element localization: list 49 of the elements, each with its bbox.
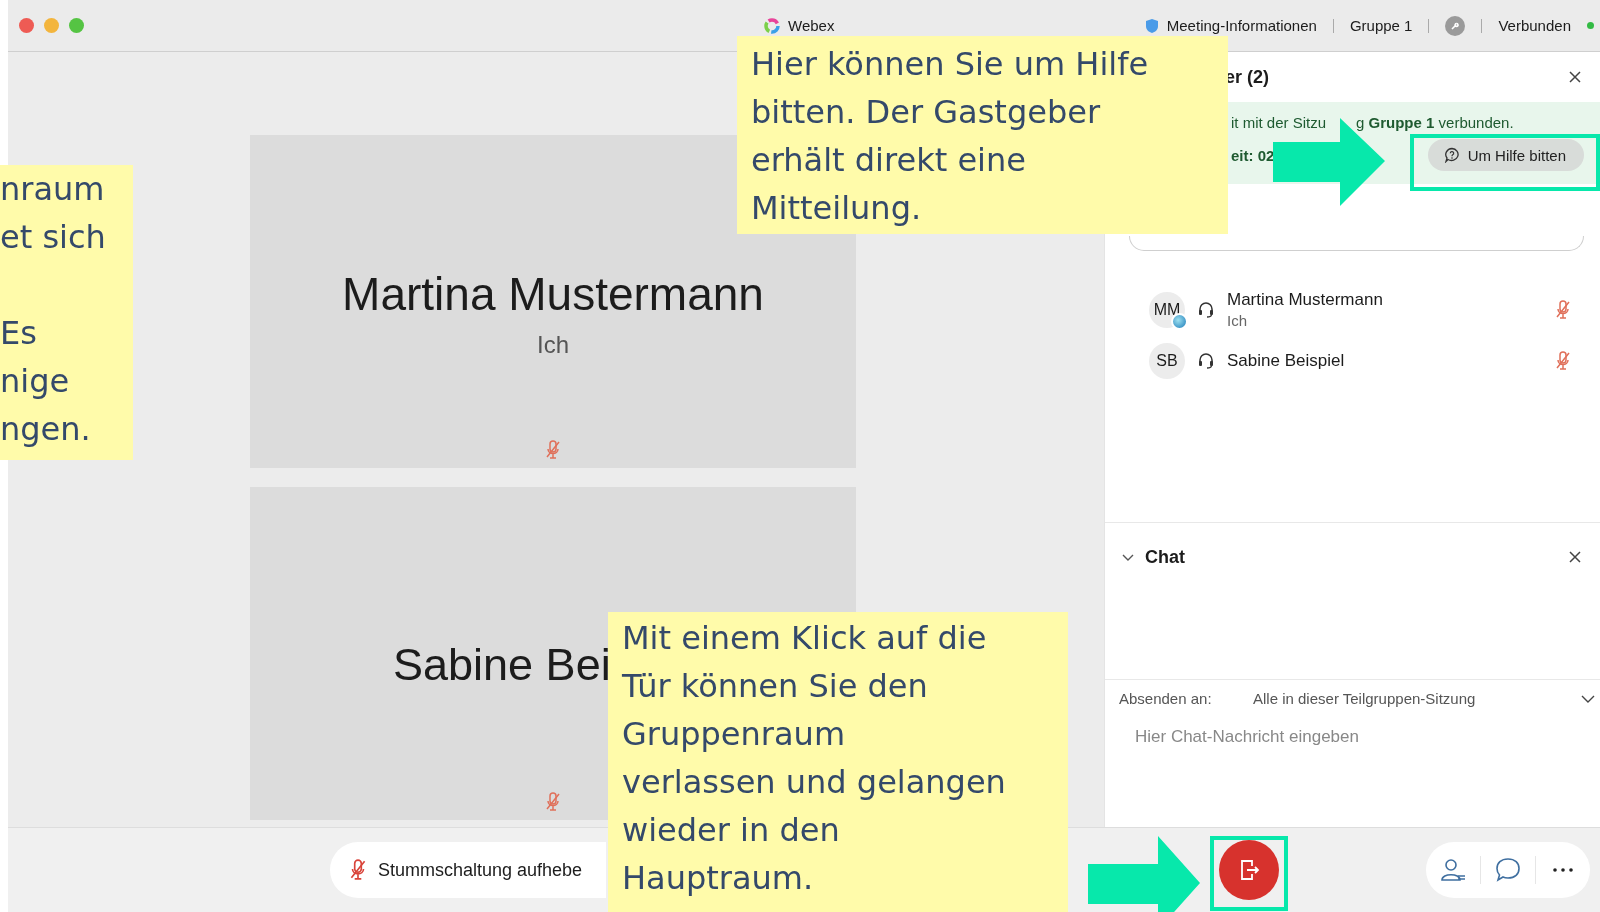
close-icon[interactable] — [1568, 70, 1582, 84]
callout-text: Mit einem Klick auf die — [622, 618, 988, 659]
shield-icon — [1144, 17, 1159, 34]
participant-name: Martina Mustermann — [342, 266, 764, 321]
callout-text: Gruppenraum — [622, 714, 847, 755]
callout-text: verlassen und gelangen — [622, 762, 1007, 803]
leave-session-button[interactable] — [1219, 840, 1279, 900]
unmute-button[interactable]: Stummschaltung aufhebe — [330, 842, 606, 898]
callout-text: nige — [0, 361, 71, 402]
banner-text: it mit der Sitzu — [1231, 114, 1328, 131]
close-icon[interactable] — [1568, 550, 1582, 564]
avatar: SB — [1149, 343, 1185, 379]
send-to-label: Absenden an: — [1119, 690, 1213, 707]
window-title: Webex — [788, 17, 835, 34]
callout-text: Hauptraum. — [622, 858, 815, 899]
muted-mic-icon[interactable] — [1556, 299, 1570, 320]
callout-text: bitten. Der Gastgeber — [751, 92, 1102, 133]
ring-logo-icon — [763, 16, 781, 35]
muted-mic-icon[interactable] — [1556, 351, 1570, 371]
callout-text: Mitteilung. — [751, 188, 923, 229]
chat-title: Chat — [1145, 546, 1186, 568]
banner-text: g Gruppe 1 verbunden. — [1356, 114, 1514, 131]
participant-name: Sabine Beispiel — [1227, 351, 1346, 371]
callout-text: Hier können Sie um Hilfe — [751, 44, 1150, 85]
close-window-button[interactable] — [19, 18, 34, 33]
callout-text: erhält direkt eine — [751, 140, 1027, 181]
participant-name: Martina Mustermann — [1227, 290, 1384, 310]
callout-text: Es — [0, 313, 38, 354]
arrow-icon — [1088, 836, 1200, 912]
callout-text: ngen. — [0, 409, 92, 450]
callout-text: nraum — [0, 169, 106, 210]
callout-text: wieder in den — [622, 810, 841, 851]
help-icon — [1443, 147, 1460, 163]
session-name: Gruppe 1 — [1349, 17, 1413, 34]
headset-icon — [1197, 352, 1215, 370]
elapsed-time: eit: 02 — [1231, 146, 1276, 164]
meeting-info-link[interactable]: Meeting-Informationen — [1166, 17, 1317, 34]
participant-name: Sabine Bei — [393, 638, 611, 691]
avatar: MM — [1149, 291, 1185, 328]
headset-icon — [1197, 300, 1215, 319]
ask-for-help-button[interactable]: Um Hilfe bitten — [1427, 139, 1584, 171]
muted-mic-icon — [350, 859, 366, 881]
connection-status: Verbunden — [1498, 17, 1571, 34]
key-icon[interactable] — [1445, 15, 1466, 36]
participant-label: Ich — [1227, 312, 1248, 329]
participant-label: Ich — [537, 330, 569, 359]
callout-text: et sich — [0, 217, 107, 258]
callout-text: Tür können Sie den — [622, 666, 929, 707]
recipient-dropdown[interactable]: Alle in dieser Teilgruppen-Sitzung — [1253, 690, 1580, 707]
